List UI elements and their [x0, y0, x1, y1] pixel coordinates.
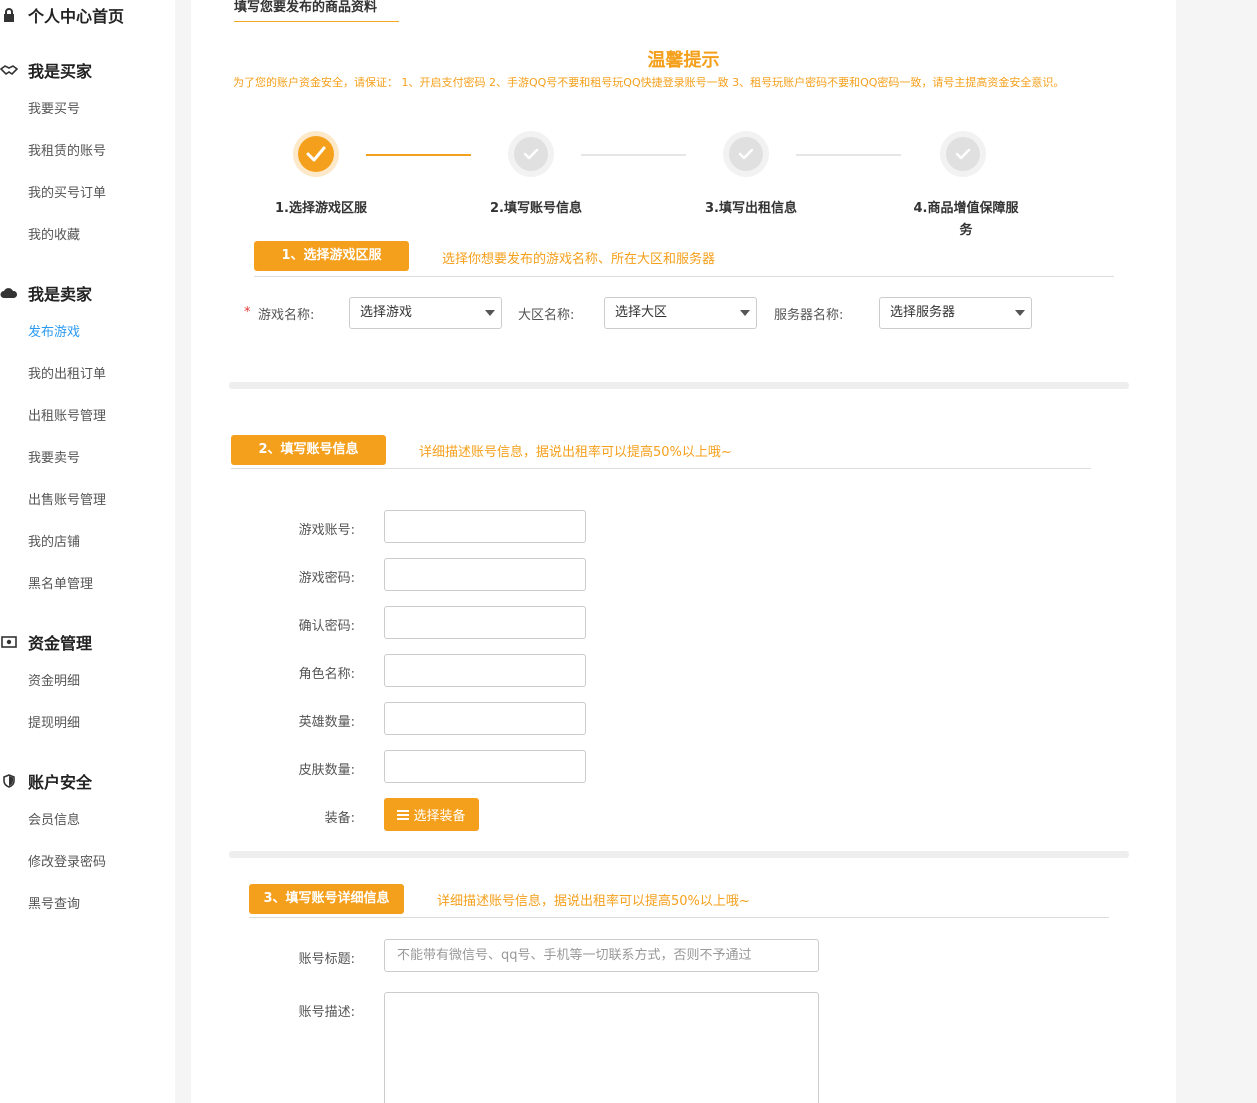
region-select[interactable]: 选择大区	[604, 297, 757, 329]
confirm-password-input[interactable]	[384, 606, 586, 639]
role-name-input[interactable]	[384, 654, 586, 687]
step-connector-3	[796, 154, 901, 156]
step-2-label: 2.填写账号信息	[490, 201, 582, 216]
sidebar-seller-title: 我是卖家	[28, 285, 93, 304]
check-icon	[738, 148, 754, 160]
sidebar-item-sale-account-management[interactable]: 出售账号管理	[28, 491, 106, 511]
shield-icon	[0, 774, 18, 788]
main-panel: 填写您要发布的商品资料 温馨提示 为了您的账户资金安全，请保证： 1、开启支付密…	[191, 0, 1176, 1103]
role-name-label: 角色名称:	[298, 667, 355, 682]
select-equipment-button[interactable]: 选择装备	[384, 798, 479, 831]
sidebar: 个人中心首页 我是买家 我要买号 我租赁的账号 我的买号订单 我的收藏 我是卖家…	[0, 0, 175, 1103]
account-description-textarea[interactable]	[384, 992, 819, 1103]
cloud-icon	[0, 286, 18, 300]
section-2-desc: 详细描述账号信息，据说出租率可以提高50%以上哦~	[419, 445, 732, 460]
skin-count-label: 皮肤数量:	[298, 763, 355, 778]
check-icon	[306, 146, 326, 162]
section-3-header: 3、填写账号详细信息	[249, 884, 404, 914]
game-password-label: 游戏密码:	[298, 571, 355, 586]
sidebar-home-label: 个人中心首页	[28, 7, 125, 26]
sidebar-item-rented-accounts[interactable]: 我租赁的账号	[28, 142, 106, 162]
sidebar-item-my-shop[interactable]: 我的店铺	[28, 533, 80, 553]
sidebar-home[interactable]: 个人中心首页	[0, 3, 124, 27]
step-4-label: 4.商品增值保障服 务	[896, 198, 1036, 242]
sidebar-security-title: 账户安全	[28, 773, 93, 792]
sidebar-item-rent-orders[interactable]: 我的出租订单	[28, 365, 106, 385]
sidebar-item-favorites[interactable]: 我的收藏	[28, 226, 80, 246]
step-4-label-line2: 务	[959, 223, 973, 238]
section-1-rule	[254, 276, 1114, 277]
hero-count-label: 英雄数量:	[298, 715, 355, 730]
game-account-input[interactable]	[384, 510, 586, 543]
tips-text: 为了您的账户资金安全，请保证： 1、开启支付密码 2、手游QQ号不要和租号玩QQ…	[233, 76, 1065, 89]
sidebar-section-security: 账户安全	[0, 769, 92, 793]
sidebar-buyer-title: 我是买家	[28, 62, 93, 81]
sidebar-item-fund-details[interactable]: 资金明细	[28, 672, 80, 692]
game-select-value: 选择游戏	[360, 305, 413, 320]
server-select-value: 选择服务器	[890, 305, 956, 320]
chevron-down-icon	[1015, 310, 1025, 316]
skin-count-input[interactable]	[384, 750, 586, 783]
step-2-indicator	[508, 131, 554, 177]
step-connector-1	[366, 154, 471, 156]
list-icon	[397, 809, 410, 820]
sidebar-section-funds: 资金管理	[0, 630, 92, 654]
required-mark: *	[244, 305, 251, 320]
sidebar-section-buyer: 我是买家	[0, 58, 92, 82]
section-1-header: 1、选择游戏区服	[254, 241, 409, 271]
step-3-label: 3.填写出租信息	[705, 201, 797, 216]
step-3-indicator	[723, 131, 769, 177]
sidebar-item-publish-game[interactable]: 发布游戏	[28, 323, 80, 343]
section-2-header: 2、填写账号信息	[231, 435, 386, 465]
sidebar-item-change-password[interactable]: 修改登录密码	[28, 853, 106, 873]
section-1-desc: 选择你想要发布的游戏名称、所在大区和服务器	[442, 252, 716, 267]
money-icon	[0, 635, 18, 649]
hero-count-input[interactable]	[384, 702, 586, 735]
check-icon	[955, 148, 971, 160]
account-description-label: 账号描述:	[298, 1005, 355, 1020]
region-name-label: 大区名称:	[518, 308, 575, 323]
sidebar-item-blacklist[interactable]: 黑名单管理	[28, 575, 93, 595]
step-1-label: 1.选择游戏区服	[275, 201, 367, 216]
game-name-label: 游戏名称:	[258, 308, 315, 323]
check-icon	[523, 148, 539, 160]
region-select-value: 选择大区	[615, 305, 668, 320]
section-3-rule	[249, 917, 1109, 918]
sidebar-section-seller: 我是卖家	[0, 281, 92, 305]
step-4-indicator	[940, 131, 986, 177]
step-1-indicator	[293, 131, 339, 177]
equipment-label: 装备:	[324, 811, 355, 826]
step-4-label-line1: 4.商品增值保障服	[913, 201, 1019, 216]
game-account-label: 游戏账号:	[298, 523, 355, 538]
handshake-icon	[0, 63, 18, 77]
sidebar-item-rent-account-management[interactable]: 出租账号管理	[28, 407, 106, 427]
sidebar-item-withdraw-details[interactable]: 提现明细	[28, 714, 80, 734]
server-name-label: 服务器名称:	[774, 308, 844, 323]
sidebar-funds-title: 资金管理	[28, 634, 93, 653]
game-password-input[interactable]	[384, 558, 586, 591]
select-equipment-label: 选择装备	[413, 809, 466, 824]
sidebar-item-buy-orders[interactable]: 我的买号订单	[28, 184, 106, 204]
chevron-down-icon	[485, 310, 495, 316]
sidebar-item-buy-account[interactable]: 我要买号	[28, 100, 80, 120]
account-title-input[interactable]	[384, 939, 819, 972]
step-connector-2	[581, 154, 686, 156]
sidebar-item-sell-account[interactable]: 我要卖号	[28, 449, 80, 469]
game-select[interactable]: 选择游戏	[349, 297, 502, 329]
section-2-rule	[231, 468, 1091, 469]
server-select[interactable]: 选择服务器	[879, 297, 1032, 329]
confirm-password-label: 确认密码:	[298, 619, 355, 634]
sidebar-item-blacklist-query[interactable]: 黑号查询	[28, 895, 80, 915]
section-3-desc: 详细描述账号信息，据说出租率可以提高50%以上哦~	[437, 894, 750, 909]
section-divider	[229, 851, 1129, 858]
tips-title: 温馨提示	[647, 50, 720, 71]
section-divider	[229, 382, 1129, 389]
account-title-label: 账号标题:	[298, 952, 355, 967]
sidebar-item-member-info[interactable]: 会员信息	[28, 811, 80, 831]
chevron-down-icon	[740, 310, 750, 316]
page-title: 填写您要发布的商品资料	[234, 0, 399, 22]
lock-icon	[0, 8, 18, 22]
